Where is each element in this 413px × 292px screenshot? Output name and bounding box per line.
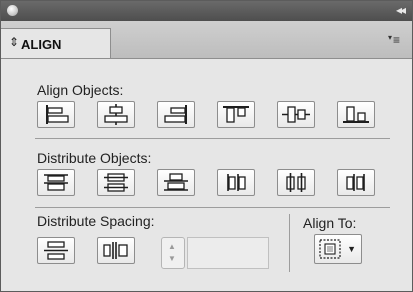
align-horizontal-center-button[interactable] — [97, 101, 135, 128]
tab-arrows-icon: ⇕ — [9, 35, 20, 49]
tab-label: ALIGN — [21, 37, 62, 52]
align-right-button[interactable] — [157, 101, 195, 128]
distribute-vertical-space-icon — [44, 241, 68, 260]
align-right-edges-icon — [164, 105, 187, 124]
distribute-spacing-label: Distribute Spacing: — [37, 213, 155, 229]
stepper-up-icon[interactable]: ▲ — [168, 242, 176, 251]
vertical-divider — [289, 214, 290, 272]
distribute-horizontal-space-button[interactable] — [97, 237, 135, 264]
distribute-right-edges-icon — [346, 174, 365, 191]
align-left-edges-icon — [46, 105, 69, 124]
distribute-left-edges-icon — [227, 174, 246, 191]
section-divider — [35, 138, 390, 139]
distribute-horizontal-center-button[interactable] — [277, 169, 315, 196]
align-to-selection-icon — [319, 239, 341, 259]
distribute-top-edges-icon — [44, 174, 68, 191]
tab-strip: ⇕ ALIGN ▾≡ — [1, 21, 412, 59]
close-icon[interactable] — [7, 5, 18, 16]
distribute-horizontal-centers-icon — [286, 173, 306, 192]
align-left-button[interactable] — [37, 101, 75, 128]
align-top-edges-icon — [223, 106, 249, 123]
align-objects-label: Align Objects: — [37, 82, 124, 98]
tab-align[interactable]: ⇕ ALIGN — [1, 28, 111, 58]
distribute-vertical-centers-icon — [104, 173, 128, 192]
distribute-objects-label: Distribute Objects: — [37, 150, 152, 166]
dropdown-arrow-icon: ▼ — [347, 244, 356, 254]
align-top-button[interactable] — [217, 101, 255, 128]
spacing-stepper[interactable]: ▲ ▼ — [161, 237, 185, 269]
align-bottom-button[interactable] — [337, 101, 375, 128]
panel-titlebar[interactable]: ◂◂ — [1, 1, 412, 22]
stepper-down-icon[interactable]: ▼ — [168, 254, 176, 263]
align-panel: ◂◂ ⇕ ALIGN ▾≡ Align Objects: Distribute … — [0, 0, 413, 292]
collapse-icon[interactable]: ◂◂ — [396, 3, 406, 17]
align-to-label: Align To: — [303, 215, 357, 231]
section-divider — [35, 207, 390, 208]
panel-menu-icon[interactable]: ▾≡ — [388, 33, 400, 47]
distribute-left-button[interactable] — [217, 169, 255, 196]
distribute-right-button[interactable] — [337, 169, 375, 196]
align-vertical-center-button[interactable] — [277, 101, 315, 128]
spacing-input[interactable] — [187, 237, 269, 269]
align-vertical-centers-icon — [282, 106, 310, 123]
distribute-vertical-space-button[interactable] — [37, 237, 75, 264]
align-horizontal-centers-icon — [104, 104, 128, 125]
align-bottom-edges-icon — [343, 106, 369, 123]
distribute-bottom-edges-icon — [164, 173, 188, 191]
distribute-bottom-button[interactable] — [157, 169, 195, 196]
align-to-dropdown[interactable]: ▼ — [314, 234, 362, 264]
distribute-horizontal-space-icon — [103, 242, 128, 259]
distribute-vertical-center-button[interactable] — [97, 169, 135, 196]
distribute-top-button[interactable] — [37, 169, 75, 196]
